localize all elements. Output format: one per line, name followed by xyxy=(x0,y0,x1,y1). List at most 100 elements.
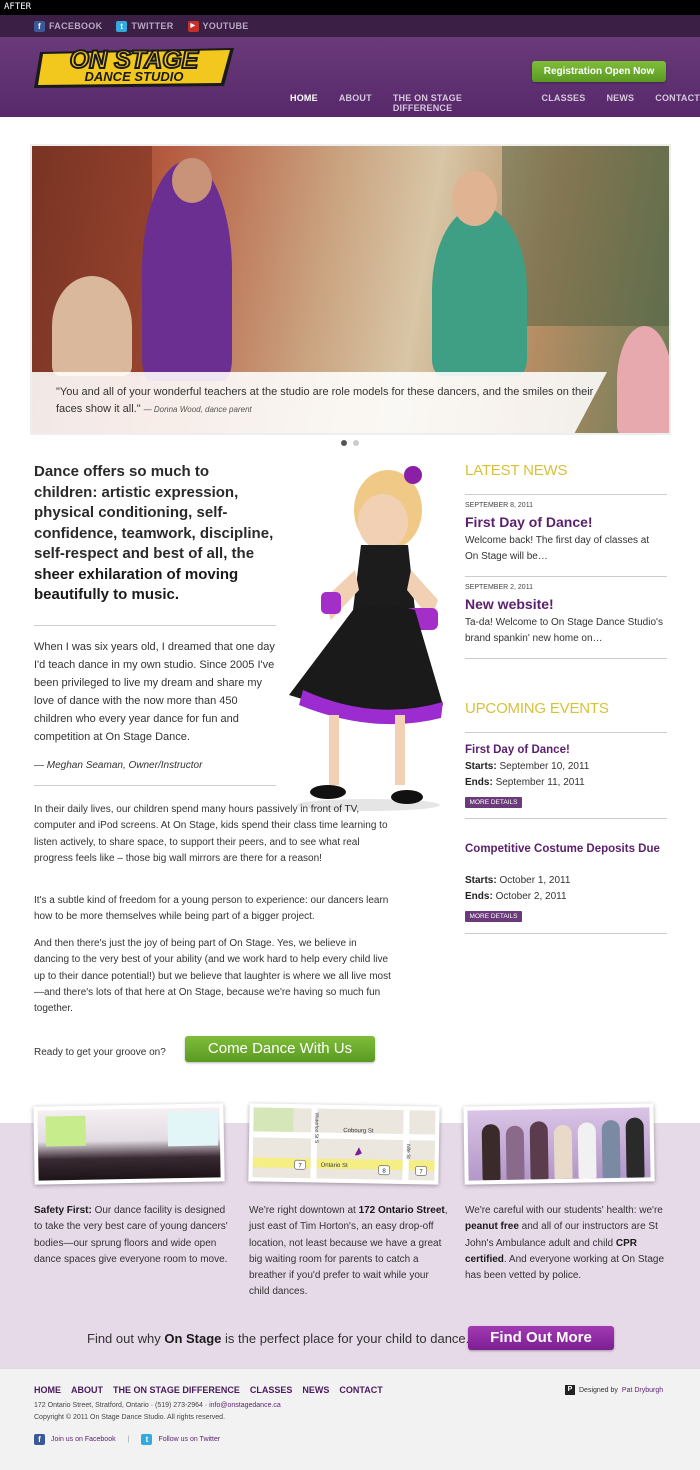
nav-classes[interactable]: CLASSES xyxy=(542,93,586,113)
find-out-more-button[interactable]: Find Out More xyxy=(468,1326,614,1350)
latest-news-heading: LATEST NEWS xyxy=(465,462,568,479)
feature-location-bold: 172 Ontario Street xyxy=(358,1205,445,1216)
divider xyxy=(465,933,667,934)
map-waterloo-label: Waterloo St S xyxy=(313,1112,320,1143)
news-date: SEPTEMBER 8, 2011 xyxy=(465,502,533,509)
after-label: AFTER xyxy=(0,0,700,15)
footer-twitter-link[interactable]: Follow us on Twitter xyxy=(158,1436,220,1443)
owner-signature: — Meghan Seaman, Owner/Instructor xyxy=(34,760,203,771)
event-starts: Starts: October 1, 2011 xyxy=(465,875,570,886)
map-ontario-label: Ontario St xyxy=(321,1163,348,1169)
hero-dancer-girl-head xyxy=(452,171,497,226)
studio-photo xyxy=(33,1103,225,1185)
footer-nav-contact[interactable]: CONTACT xyxy=(339,1385,382,1395)
owner-bio: When I was six years old, I dreamed that… xyxy=(34,641,275,743)
hero-building-right xyxy=(502,146,669,326)
divider xyxy=(34,625,276,626)
event-starts: Starts: September 10, 2011 xyxy=(465,761,589,772)
intro-lead: Dance offers so much to children: artist… xyxy=(34,463,274,562)
event-title-link[interactable]: Competitive Costume Deposits Due xyxy=(465,842,665,857)
designer-credit: P Designed by Pat Dryburgh xyxy=(565,1385,663,1395)
registration-button[interactable]: Registration Open Now xyxy=(532,61,666,82)
footer-email-link[interactable]: info@onstagedance.ca xyxy=(209,1402,281,1409)
staff-photo xyxy=(463,1103,655,1185)
nav-contact[interactable]: CONTACT xyxy=(655,93,700,113)
map-cobourg-label: Cobourg St xyxy=(343,1128,374,1135)
hero-quote: "You and all of your wonderful teachers … xyxy=(56,386,594,415)
footer-nav-classes[interactable]: CLASSES xyxy=(250,1385,293,1395)
dancer-girl-image xyxy=(289,466,443,811)
nav-difference[interactable]: THE ON STAGE DIFFERENCE xyxy=(393,93,521,113)
feature-health: We're careful with our students' health:… xyxy=(465,1203,665,1284)
nav-news[interactable]: NEWS xyxy=(606,93,634,113)
footer-separator: | xyxy=(127,1436,130,1443)
footer-address-text: 172 Ontario Street, Stratford, Ontario ·… xyxy=(34,1402,210,1409)
band-cta-text-a: Find out why xyxy=(87,1331,165,1346)
upcoming-events-heading: UPCOMING EVENTS xyxy=(465,700,609,717)
slide-dot-1[interactable] xyxy=(341,440,347,446)
news-excerpt: Ta-da! Welcome to On Stage Dance Studio'… xyxy=(465,617,663,644)
map-graphic: Cobourg St Ontario St Waterloo St S Nile… xyxy=(252,1107,436,1181)
divider xyxy=(465,494,667,495)
hero-child-right xyxy=(617,326,669,433)
body-paragraph-3: And then there's just the joy of being p… xyxy=(34,938,391,1015)
hero-dancer-boy-head xyxy=(172,158,212,203)
hero-child-left xyxy=(52,276,132,376)
facebook-icon: f xyxy=(34,20,45,32)
event-ends: Ends: October 2, 2011 xyxy=(465,891,567,902)
event-ends: Ends: September 11, 2011 xyxy=(465,777,585,788)
studio-window xyxy=(167,1111,219,1147)
more-details-button[interactable]: MORE DETAILS xyxy=(465,797,522,808)
staff-member xyxy=(625,1117,645,1178)
feature-safety-bold: Safety First: xyxy=(34,1205,92,1216)
facebook-icon: f xyxy=(34,1434,45,1445)
studio-window xyxy=(45,1115,87,1147)
footer-nav-about[interactable]: ABOUT xyxy=(71,1385,103,1395)
nav-home[interactable]: HOME xyxy=(290,93,318,113)
twitter-icon: t xyxy=(141,1434,153,1445)
footer-nav-news[interactable]: NEWS xyxy=(302,1385,329,1395)
starts-label: Starts: xyxy=(465,761,497,772)
intro-emphasis: sheer exhilaration of moving beautifully… xyxy=(34,565,239,604)
footer-nav-difference[interactable]: THE ON STAGE DIFFERENCE xyxy=(113,1385,240,1395)
ends-label: Ends: xyxy=(465,777,493,788)
location-map[interactable]: Cobourg St Ontario St Waterloo St S Nile… xyxy=(248,1103,440,1185)
band-cta-text: Find out why On Stage is the perfect pla… xyxy=(87,1331,469,1346)
youtube-icon: ▶ xyxy=(187,20,199,32)
event-start-date: September 10, 2011 xyxy=(499,761,590,772)
event-end-date: October 2, 2011 xyxy=(495,891,567,902)
divider xyxy=(465,732,667,733)
footer-nav-home[interactable]: HOME xyxy=(34,1385,61,1395)
facebook-label: FACEBOOK xyxy=(49,21,103,31)
more-details-button[interactable]: MORE DETAILS xyxy=(465,911,522,922)
designer-link[interactable]: Pat Dryburgh xyxy=(622,1387,663,1394)
youtube-link[interactable]: ▶ YOUTUBE xyxy=(187,20,249,32)
slideshow-dots xyxy=(341,440,359,446)
feature-location: We're right downtown at 172 Ontario Stre… xyxy=(249,1203,449,1301)
map-nile-label: Nile St xyxy=(405,1144,411,1159)
event-title-link[interactable]: First Day of Dance! xyxy=(465,743,665,758)
news-title-link[interactable]: New website! xyxy=(465,596,554,612)
facebook-link[interactable]: f FACEBOOK xyxy=(34,20,103,32)
feature-location-text-b: , just east of Tim Horton's, an easy dro… xyxy=(249,1205,448,1298)
twitter-link[interactable]: t TWITTER xyxy=(116,20,174,32)
twitter-label: TWITTER xyxy=(131,21,174,31)
come-dance-button[interactable]: Come Dance With Us xyxy=(185,1036,375,1062)
nav-about[interactable]: ABOUT xyxy=(339,93,372,113)
footer-copyright: Copyright © 2011 On Stage Dance Studio. … xyxy=(34,1414,226,1421)
event-start-date: October 1, 2011 xyxy=(499,875,571,886)
on-stage-logo[interactable]: ON STAGE DANCE STUDIO xyxy=(34,38,236,89)
staff-member xyxy=(481,1124,501,1181)
staff-member xyxy=(577,1122,597,1179)
feature-health-text-a: We're careful with our students' health:… xyxy=(465,1205,663,1216)
slide-dot-2[interactable] xyxy=(353,440,359,446)
main-nav: HOME ABOUT THE ON STAGE DIFFERENCE CLASS… xyxy=(290,93,700,113)
hero-caption: "You and all of your wonderful teachers … xyxy=(32,372,607,433)
news-title-link[interactable]: First Day of Dance! xyxy=(465,514,593,530)
footer-facebook-link[interactable]: Join us on Facebook xyxy=(51,1436,116,1443)
designer-logo-icon: P xyxy=(565,1385,575,1395)
hero-slideshow[interactable]: "You and all of your wonderful teachers … xyxy=(30,144,671,435)
staff-member xyxy=(505,1125,525,1180)
divider xyxy=(34,785,276,786)
staff-member xyxy=(553,1124,573,1180)
